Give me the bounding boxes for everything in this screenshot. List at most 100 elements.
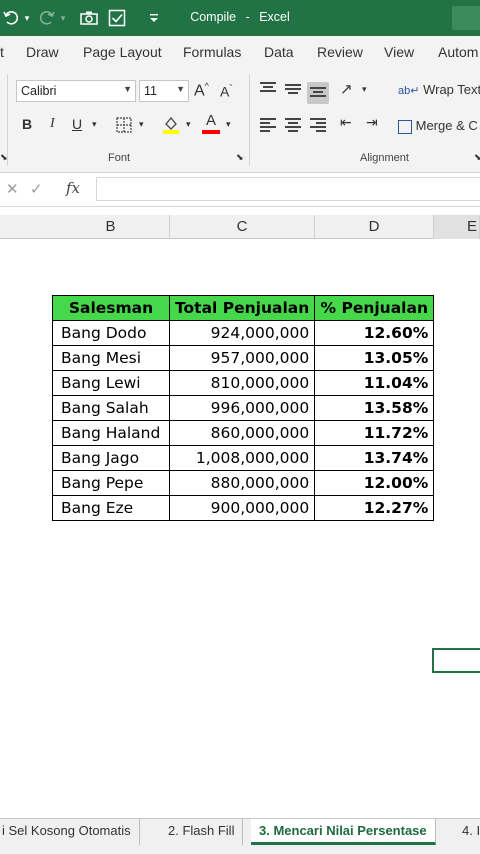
cell-total[interactable]: 1,008,000,000 bbox=[168, 445, 316, 471]
decrease-indent-icon[interactable]: ⇤ bbox=[340, 114, 352, 131]
table-row: Bang Dodo 924,000,000 12.60% bbox=[52, 320, 435, 346]
cell-salesman[interactable]: Bang Mesi bbox=[52, 345, 170, 371]
tab-insert[interactable]: t bbox=[0, 44, 4, 60]
font-color-button[interactable]: A bbox=[202, 113, 220, 134]
italic-label: I bbox=[50, 116, 55, 131]
column-header-d[interactable]: D bbox=[315, 215, 434, 239]
dialog-launcher-icon[interactable]: ⬊ bbox=[0, 152, 8, 163]
orientation-icon[interactable]: ↗ bbox=[340, 80, 353, 98]
align-right-icon[interactable] bbox=[310, 118, 326, 132]
sheet-tab-mencari-nilai-persentase[interactable]: 3. Mencari Nilai Persentase bbox=[251, 819, 436, 845]
cell-percentage[interactable]: 13.05% bbox=[314, 345, 435, 371]
column-header-b[interactable]: B bbox=[0, 215, 170, 239]
sheet-tab-flash-fill[interactable]: 2. Flash Fill bbox=[160, 819, 244, 845]
formula-input[interactable] bbox=[96, 177, 480, 201]
sheet-tab-4[interactable]: 4. I bbox=[454, 819, 480, 845]
cell-percentage[interactable]: 11.04% bbox=[314, 370, 435, 396]
chevron-down-icon: ▼ bbox=[176, 84, 185, 94]
font-group-label: Font bbox=[108, 152, 131, 164]
tab-review[interactable]: Review bbox=[317, 44, 363, 60]
cell-salesman[interactable]: Bang Lewi bbox=[52, 370, 170, 396]
cell-salesman[interactable]: Bang Eze bbox=[52, 495, 170, 521]
header-total-penjualan[interactable]: Total Penjualan bbox=[168, 295, 316, 321]
header-salesman[interactable]: Salesman bbox=[52, 295, 170, 321]
chevron-down-icon[interactable]: ▾ bbox=[226, 119, 231, 130]
cell-total[interactable]: 996,000,000 bbox=[168, 395, 316, 421]
cell-total[interactable]: 810,000,000 bbox=[168, 370, 316, 396]
align-left-icon[interactable] bbox=[260, 118, 276, 132]
cell-salesman[interactable]: Bang Dodo bbox=[52, 320, 170, 346]
window-title: Compile - Excel bbox=[0, 10, 480, 24]
alignment-group-label: Alignment bbox=[360, 152, 409, 164]
enter-icon[interactable]: ✓ bbox=[30, 180, 43, 198]
chevron-down-icon[interactable]: ▾ bbox=[139, 119, 144, 130]
bottom-align-icon[interactable] bbox=[307, 82, 329, 104]
increase-font-size-button[interactable]: A^ bbox=[194, 81, 209, 100]
dialog-launcher-icon[interactable]: ⬊ bbox=[474, 152, 480, 163]
wrap-text-icon: ab↵ bbox=[398, 85, 420, 97]
worksheet-grid[interactable]: Salesman Total Penjualan % Penjualan Ban… bbox=[0, 240, 480, 818]
fill-color-icon[interactable] bbox=[162, 115, 180, 138]
cell-total[interactable]: 924,000,000 bbox=[168, 320, 316, 346]
cell-percentage[interactable]: 12.27% bbox=[314, 495, 435, 521]
font-size-value: 11 bbox=[144, 84, 157, 98]
cell-total[interactable]: 957,000,000 bbox=[168, 345, 316, 371]
underline-button[interactable]: U bbox=[72, 116, 82, 132]
tab-automate[interactable]: Autom bbox=[438, 44, 478, 60]
middle-align-icon[interactable] bbox=[285, 84, 301, 98]
italic-button[interactable]: I bbox=[50, 116, 55, 132]
column-header-c[interactable]: C bbox=[170, 215, 315, 239]
cancel-icon[interactable]: ✕ bbox=[6, 180, 19, 198]
cell-salesman[interactable]: Bang Jago bbox=[52, 445, 170, 471]
underline-label: U bbox=[72, 116, 83, 132]
sheet-tabs: i Sel Kosong Otomatis 2. Flash Fill 3. M… bbox=[0, 818, 480, 854]
tab-draw[interactable]: Draw bbox=[26, 44, 59, 60]
chevron-down-icon: ▼ bbox=[123, 84, 132, 94]
top-align-icon[interactable] bbox=[260, 82, 276, 96]
chevron-down-icon[interactable]: ▾ bbox=[92, 119, 97, 130]
cell-percentage[interactable]: 11.72% bbox=[314, 420, 435, 446]
cell-percentage[interactable]: 13.58% bbox=[314, 395, 435, 421]
chevron-down-icon[interactable]: ▾ bbox=[362, 84, 367, 95]
font-size-select[interactable]: 11 ▼ bbox=[139, 80, 189, 102]
cell-salesman[interactable]: Bang Pepe bbox=[52, 470, 170, 496]
dialog-launcher-icon[interactable]: ⬊ bbox=[236, 152, 244, 163]
increase-indent-icon[interactable]: ⇥ bbox=[366, 114, 378, 131]
increase-font-size-label: A bbox=[194, 82, 205, 100]
tab-formulas[interactable]: Formulas bbox=[183, 44, 241, 60]
merge-center-button[interactable]: Merge & C bbox=[398, 118, 478, 134]
insert-function-icon[interactable]: fx bbox=[66, 179, 80, 197]
cell-total[interactable]: 860,000,000 bbox=[168, 420, 316, 446]
column-headers: B C D E bbox=[0, 215, 480, 239]
align-center-icon[interactable] bbox=[285, 118, 301, 132]
bold-button[interactable]: B bbox=[22, 116, 32, 132]
sheet-tab-sel-kosong[interactable]: i Sel Kosong Otomatis bbox=[0, 819, 140, 845]
wrap-text-button[interactable]: ab↵ Wrap Text bbox=[398, 82, 480, 97]
decrease-font-size-label: A bbox=[220, 83, 230, 100]
merge-center-icon bbox=[398, 119, 412, 134]
ribbon: Calibri ▼ 11 ▼ A^ Aˇ B I U ▾ ▾ ▾ A ▾ Fon… bbox=[0, 68, 480, 173]
cell-total[interactable]: 900,000,000 bbox=[168, 495, 316, 521]
cell-percentage[interactable]: 12.60% bbox=[314, 320, 435, 346]
chevron-down-icon[interactable]: ▾ bbox=[186, 119, 191, 130]
tab-view[interactable]: View bbox=[384, 44, 414, 60]
selected-cell[interactable] bbox=[432, 648, 480, 673]
cell-salesman[interactable]: Bang Haland bbox=[52, 420, 170, 446]
column-header-e[interactable]: E bbox=[434, 215, 480, 239]
title-bar: ▾ ▾ Compile - Excel bbox=[0, 0, 480, 36]
tab-page-layout[interactable]: Page Layout bbox=[83, 44, 162, 60]
account-button[interactable] bbox=[452, 6, 480, 30]
cell-salesman[interactable]: Bang Salah bbox=[52, 395, 170, 421]
font-name-select[interactable]: Calibri ▼ bbox=[16, 80, 136, 102]
borders-icon[interactable] bbox=[116, 117, 132, 136]
document-name: Compile bbox=[190, 10, 237, 24]
cell-percentage[interactable]: 13.74% bbox=[314, 445, 435, 471]
header-persen-penjualan[interactable]: % Penjualan bbox=[314, 295, 435, 321]
decrease-font-size-button[interactable]: Aˇ bbox=[220, 83, 232, 100]
tab-data[interactable]: Data bbox=[264, 44, 294, 60]
app-name: Excel bbox=[259, 10, 290, 24]
cell-total[interactable]: 880,000,000 bbox=[168, 470, 316, 496]
wrap-text-label: Wrap Text bbox=[423, 82, 480, 97]
table-row: Bang Mesi 957,000,000 13.05% bbox=[52, 345, 435, 371]
cell-percentage[interactable]: 12.00% bbox=[314, 470, 435, 496]
